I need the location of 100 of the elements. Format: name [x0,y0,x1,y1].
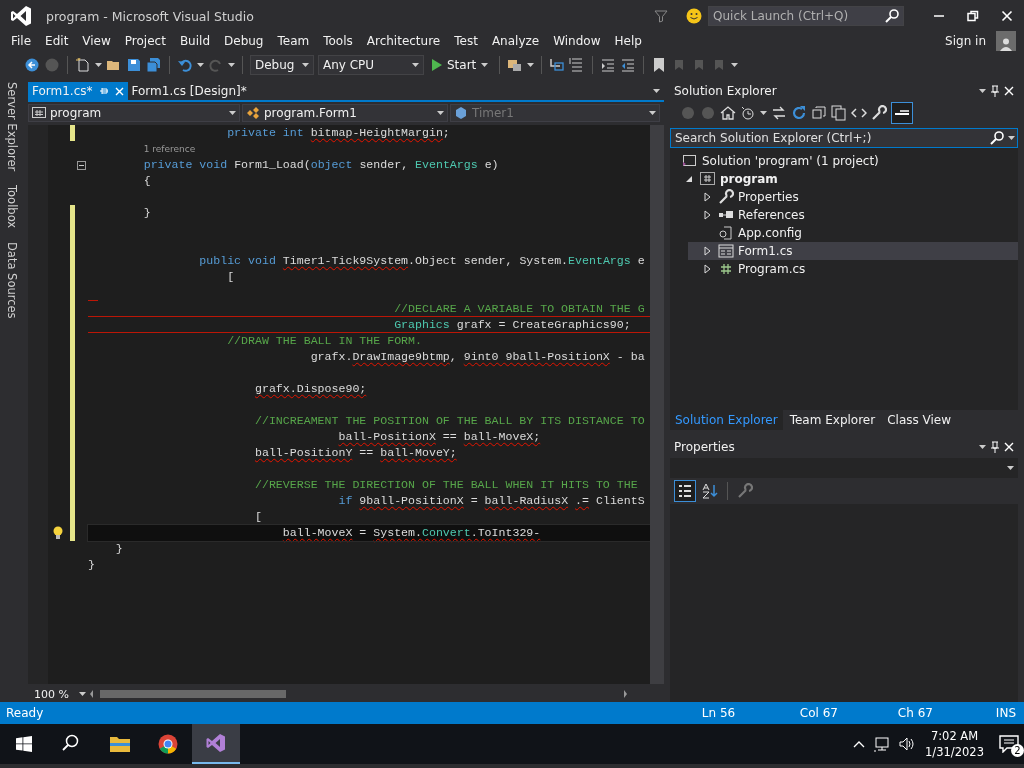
menu-item[interactable]: Analyze [484,34,547,48]
menu-item[interactable]: Edit [38,34,76,48]
vertical-scrollbar[interactable] [650,125,664,684]
network-icon[interactable] [873,736,892,752]
collapsed-arrow-icon[interactable] [703,246,711,256]
reference-count-link[interactable]: 1 reference [88,141,650,157]
filter-icon [654,9,668,23]
collapse-icon[interactable] [77,160,86,170]
collapsed-arrow-icon[interactable] [703,264,711,274]
configuration-dropdown[interactable]: Debug [250,55,314,75]
panel-title: Properties [674,440,736,454]
caret-icon[interactable] [760,111,767,115]
categorized-icon[interactable] [674,480,696,502]
menu-item[interactable]: Build [172,34,217,48]
lightbulb-icon[interactable] [52,526,64,540]
tree-item[interactable]: Solution 'program' (1 project) [670,152,1018,170]
panel-tab[interactable]: Class View [882,410,957,430]
close-icon[interactable] [1004,86,1014,96]
caret-icon[interactable] [1008,136,1015,140]
expanded-arrow-icon[interactable] [685,175,693,183]
caret-icon[interactable] [95,63,102,67]
code-line: ball-PositionX == ball-MoveX; [337,429,542,445]
menu-item[interactable]: Test [447,34,485,48]
menu-item[interactable]: View [75,34,118,48]
menu-item[interactable]: Debug [217,34,271,48]
menu-item[interactable]: Help [607,34,649,48]
start-icon[interactable] [16,736,32,752]
caret-icon[interactable] [731,63,739,67]
code-line: public void Timer1-Tick9System.Object sender, System.EventArgs e [198,253,646,269]
collapsed-arrow-icon[interactable] [703,210,711,220]
platform-dropdown[interactable]: Any CPU [318,55,424,75]
column-number: Col 67 [799,706,839,720]
status-message: Ready [6,706,45,720]
code-line: { [142,173,152,189]
tree-item[interactable]: Form1.cs [688,242,1018,260]
menu-item[interactable]: Team [270,34,317,48]
tree-item[interactable]: App.config [688,224,1018,242]
pin-icon[interactable] [990,85,1000,97]
side-tab[interactable]: Toolbox [5,185,19,229]
tree-item[interactable]: program [670,170,1018,188]
chevron-up-icon[interactable] [853,740,866,748]
save-all-icon[interactable] [146,57,162,73]
code-line: //DRAW THE BALL IN THE FORM. [226,333,423,349]
clock-date[interactable]: 1/31/2023 [925,744,984,760]
navigation-dropdown[interactable]: program.Form1 [242,104,448,122]
save-icon[interactable] [126,57,142,73]
side-tab[interactable]: Server Explorer [5,82,19,172]
sign-in-link[interactable]: Sign in [945,34,986,48]
outdent-icon[interactable] [620,57,637,73]
navigation-dropdown[interactable]: program [28,104,240,122]
menu-item[interactable]: Project [117,34,173,48]
start-button[interactable]: Start [428,55,493,75]
sync-icon[interactable] [771,105,787,121]
collapse-all-icon[interactable] [811,105,827,121]
caret-icon[interactable] [979,89,986,93]
pin-icon[interactable] [990,441,1000,453]
sort-icon[interactable] [702,483,718,499]
panel-tab[interactable]: Solution Explorer [670,410,783,430]
tree-item[interactable]: References [688,206,1018,224]
indent-icon[interactable] [600,57,617,73]
form-icon [718,243,734,259]
panel-tab[interactable]: Team Explorer [784,410,881,430]
notification-icon[interactable] [999,735,1019,753]
code-line: [ [254,509,263,525]
tree-item[interactable]: Properties [688,188,1018,206]
menu-item[interactable]: File [4,34,39,48]
new-project-icon[interactable] [75,57,91,73]
speaker-icon[interactable] [899,736,916,752]
code-line: //INCREAMENT THE POSITION OF THE BALL BY ITS DISTANCE TO [254,413,646,429]
search-icon[interactable] [990,131,1004,145]
scrollbar-drawing[interactable] [90,688,630,700]
refresh-icon[interactable] [791,105,807,121]
avatar-icon[interactable] [996,31,1016,51]
collapsed-arrow-icon[interactable] [703,192,711,202]
copy-icon[interactable] [831,105,847,121]
menu-item[interactable]: Tools [316,34,360,48]
notification-count: 2 [1011,744,1024,757]
side-tab[interactable]: Data Sources [5,242,19,319]
close-icon[interactable] [1004,442,1014,452]
close-icon[interactable] [1001,10,1013,22]
caret-icon[interactable] [228,63,235,67]
caret-icon [649,111,656,115]
restore-icon[interactable] [967,10,979,22]
caret-icon[interactable] [197,63,204,67]
code-line: if 9ball-PositionX = ball-RadiusX .= ClientS [337,493,646,509]
caret-icon[interactable] [653,89,660,93]
history-icon[interactable] [740,105,756,121]
menu-item[interactable]: Window [546,34,608,48]
tree-item[interactable]: Program.cs [688,260,1018,278]
clock-time[interactable]: 7:02 AM [930,728,979,744]
caret-icon[interactable] [979,445,986,449]
home-icon[interactable] [720,105,736,121]
menu-item[interactable]: Architecture [359,34,448,48]
preview-toggle-icon[interactable] [891,102,913,124]
undo-icon[interactable] [177,57,193,73]
search-field[interactable]: Search Solution Explorer (Ctrl+;) [670,128,1018,148]
caret-icon[interactable] [527,63,535,67]
panel-title: Solution Explorer [674,84,778,98]
editor-tab[interactable]: Form1.cs [Design]* [127,82,251,100]
quick-launch-field[interactable]: Quick Launch (Ctrl+Q) [708,6,904,26]
